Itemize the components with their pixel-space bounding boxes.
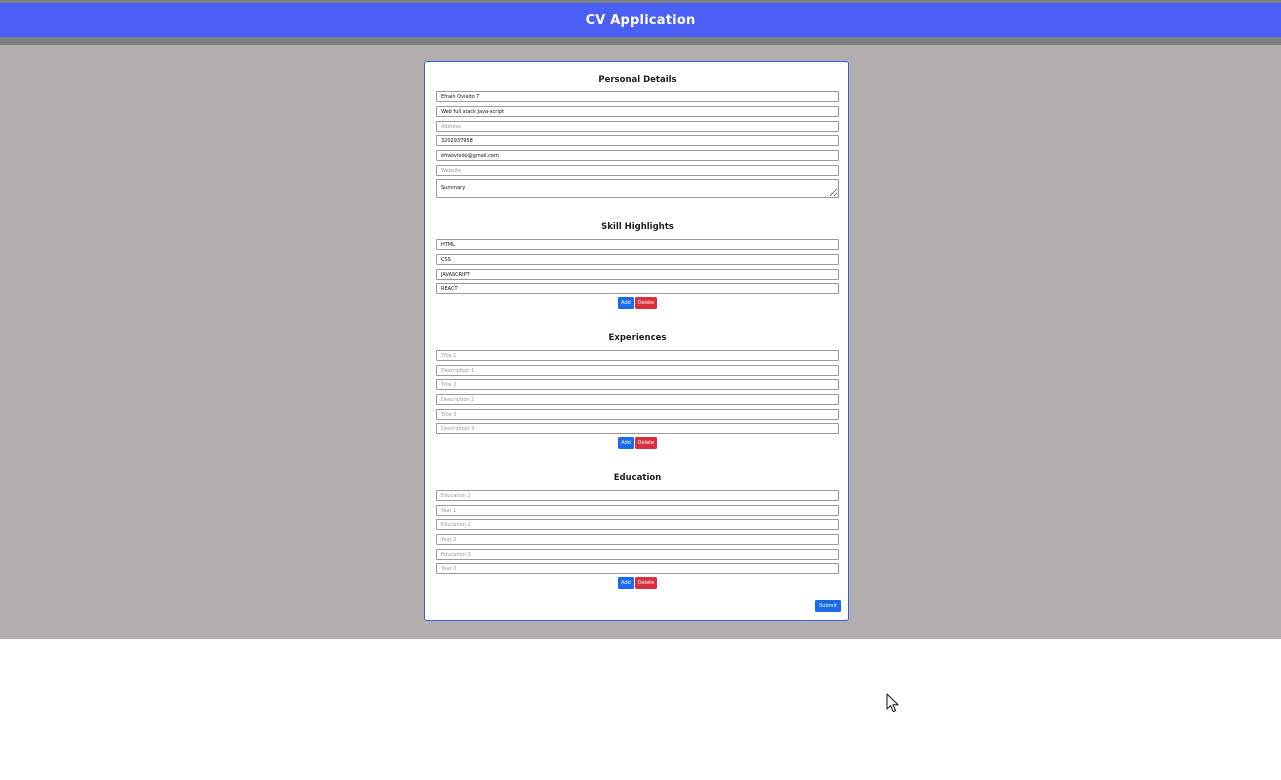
skill-input-4[interactable]	[436, 283, 839, 294]
experience-delete-button[interactable]: Delete	[635, 437, 657, 449]
name-input[interactable]	[436, 91, 839, 102]
skill-input-1[interactable]	[436, 239, 839, 250]
education-delete-button[interactable]: Delete	[635, 577, 657, 589]
experience-description-1[interactable]	[436, 365, 839, 376]
education-input-1[interactable]	[436, 490, 839, 501]
app-title: CV Application	[585, 12, 696, 28]
skill-highlights-heading: Skill Highlights	[601, 222, 674, 232]
experiences-heading: Experiences	[608, 333, 667, 343]
education-year-1[interactable]	[436, 505, 839, 516]
website-input[interactable]	[436, 165, 839, 176]
experience-title-1[interactable]	[436, 350, 839, 361]
personal-details-heading: Personal Details	[598, 75, 677, 85]
experience-title-2[interactable]	[436, 379, 839, 390]
mouse-pointer-icon	[886, 693, 899, 713]
summary-textarea[interactable]: Summary	[436, 179, 839, 198]
email-input[interactable]	[436, 150, 839, 161]
education-input-3[interactable]	[436, 549, 839, 560]
education-heading: Education	[613, 473, 662, 483]
experience-title-3[interactable]	[436, 409, 839, 420]
address-input[interactable]	[436, 121, 839, 132]
cv-form: Personal Details Summary Skill Highlight…	[424, 61, 849, 621]
header-bottom-strip	[0, 37, 1281, 45]
skill-input-2[interactable]	[436, 254, 839, 265]
submit-button[interactable]: Submit	[815, 600, 841, 612]
app-header: CV Application	[0, 3, 1281, 37]
experience-description-2[interactable]	[436, 394, 839, 405]
skill-input-3[interactable]	[436, 269, 839, 280]
skill-add-button[interactable]: Add	[618, 297, 634, 309]
education-input-2[interactable]	[436, 519, 839, 530]
phone-input[interactable]	[436, 135, 839, 146]
skill-delete-button[interactable]: Delete	[635, 297, 657, 309]
education-add-button[interactable]: Add	[618, 577, 634, 589]
education-year-2[interactable]	[436, 534, 839, 545]
experience-description-3[interactable]	[436, 423, 839, 434]
education-year-3[interactable]	[436, 563, 839, 574]
experience-add-button[interactable]: Add	[618, 437, 634, 449]
role-input[interactable]	[436, 106, 839, 117]
